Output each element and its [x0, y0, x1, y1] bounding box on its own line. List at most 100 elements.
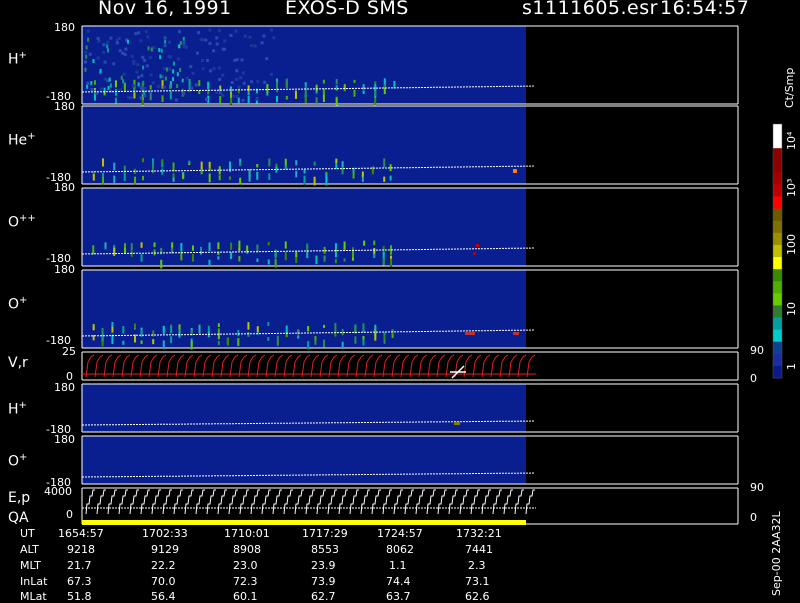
spectrum-cell: [198, 90, 201, 94]
spectrum-cell: [243, 34, 247, 38]
spectrum-cell: [230, 86, 233, 93]
spectrum-cell: [102, 173, 105, 177]
spectrum-cell: [208, 242, 211, 252]
y-tick: 4000: [44, 485, 72, 498]
spectrum-cell: [112, 62, 116, 66]
spectrum-cell: [133, 79, 136, 84]
spectrum-cell: [263, 80, 267, 84]
spectrum-cell: [217, 242, 220, 250]
spectrum-cell: [362, 339, 365, 346]
spectrum-cell: [160, 259, 163, 269]
energy-step: [492, 489, 502, 515]
spectrum-cell: [246, 245, 249, 252]
spectrum-cell: [266, 84, 269, 93]
energy-step: [305, 489, 315, 515]
spectrum-cell: [140, 86, 144, 90]
spectrum-cell: [284, 241, 287, 249]
spectrum-cell: [353, 79, 356, 83]
spectrum-cell: [131, 84, 135, 88]
footer-note: Sep-00 2AA32L: [770, 511, 783, 596]
colorbar-tick: 10⁴: [785, 131, 798, 150]
spectrum-cell: [393, 80, 396, 86]
spectrum-cell: [209, 69, 213, 73]
spectrum-cell: [307, 341, 310, 350]
panel-label-ep: E,p: [8, 490, 31, 506]
colorbar-segment: [773, 220, 782, 234]
spectrum-cell: [183, 44, 187, 48]
spectrum-cell: [191, 245, 194, 251]
spectrum-cell: [92, 59, 95, 64]
spectrum-cell: [132, 60, 136, 64]
spectrum-cell: [215, 36, 219, 40]
spectrum-cell: [215, 90, 219, 94]
spectrum-cell: [217, 323, 220, 327]
spectrum-cell: [237, 97, 240, 104]
ephemeris-cell: 70.0: [151, 575, 176, 588]
energy-step: [283, 489, 293, 515]
spectrum-cell: [104, 242, 107, 249]
spectrum-cell: [239, 177, 242, 185]
ephemeris-cell: 56.4: [151, 590, 176, 603]
spectrum-cell: [149, 97, 152, 101]
panel-label-h-plus-lower: H+: [8, 400, 27, 418]
spectrum-cell: [174, 98, 178, 102]
colorbar-segment: [773, 329, 782, 343]
spectrum-cell: [226, 337, 229, 346]
spectrum-cell: [297, 335, 300, 339]
spectrum-cell: [150, 47, 153, 52]
spectrum-cell: [164, 76, 167, 81]
energy-step: [426, 489, 436, 515]
spectrum-cell: [122, 72, 126, 76]
spectrum-cell: [221, 73, 225, 77]
spectrum-cell: [207, 325, 210, 332]
spectrum-cell: [122, 79, 125, 84]
spectrum-cell: [306, 243, 309, 252]
energy-step: [107, 489, 117, 515]
spectrum-cell: [268, 173, 271, 180]
colorbar-tick: 100: [785, 234, 798, 255]
spectrum-cell: [118, 49, 122, 53]
energy-step: [151, 489, 161, 515]
spectrum-cell: [140, 329, 143, 337]
spectrum-cell: [235, 94, 239, 98]
ephemeris-cell: 60.1: [233, 590, 258, 603]
spectrum-cell: [113, 175, 116, 183]
spectrum-cell: [113, 162, 116, 171]
spectrum-cell: [314, 336, 317, 342]
spectrum-cell: [179, 67, 182, 72]
energy-step: [481, 489, 491, 515]
spectrum-cell: [136, 63, 140, 67]
panel-background: [82, 188, 526, 266]
spectrum-cell: [232, 94, 236, 98]
spectrum-cell: [285, 96, 288, 100]
spectrum-cell: [122, 325, 125, 334]
ephemeris-cell: 67.3: [67, 575, 92, 588]
spectrum-cell: [158, 47, 161, 52]
spectrum-cell: [90, 81, 93, 86]
right-tick: 0: [750, 511, 757, 524]
spectrum-cell: [176, 83, 179, 88]
energy-step: [382, 489, 392, 515]
spectrum-cell: [109, 36, 113, 40]
ephemeris-row-label: InLat: [20, 575, 48, 588]
ephemeris-row-label: UT: [20, 527, 35, 540]
spectrum-cell: [315, 97, 318, 104]
spectrum-cell: [133, 323, 136, 329]
spectrum-cell: [141, 55, 145, 59]
colorbar-segment: [773, 208, 782, 222]
spectrum-cell: [146, 35, 150, 39]
spectrum-cell: [137, 75, 141, 79]
spectrum-cell: [88, 52, 92, 56]
spectrum-cell: [134, 32, 138, 36]
energy-step: [118, 489, 128, 515]
spectrum-cell: [191, 253, 194, 262]
spectrum-cell: [188, 160, 191, 165]
ephemeris-cell: 73.1: [465, 575, 490, 588]
energy-step: [349, 489, 359, 515]
colorbar-tick: 10: [785, 302, 798, 316]
energy-step: [96, 489, 106, 515]
spectrum-cell: [93, 80, 96, 85]
spectrum-cell: [323, 255, 326, 262]
spectrum-cell: [142, 158, 145, 163]
spectrum-cell: [86, 84, 89, 89]
